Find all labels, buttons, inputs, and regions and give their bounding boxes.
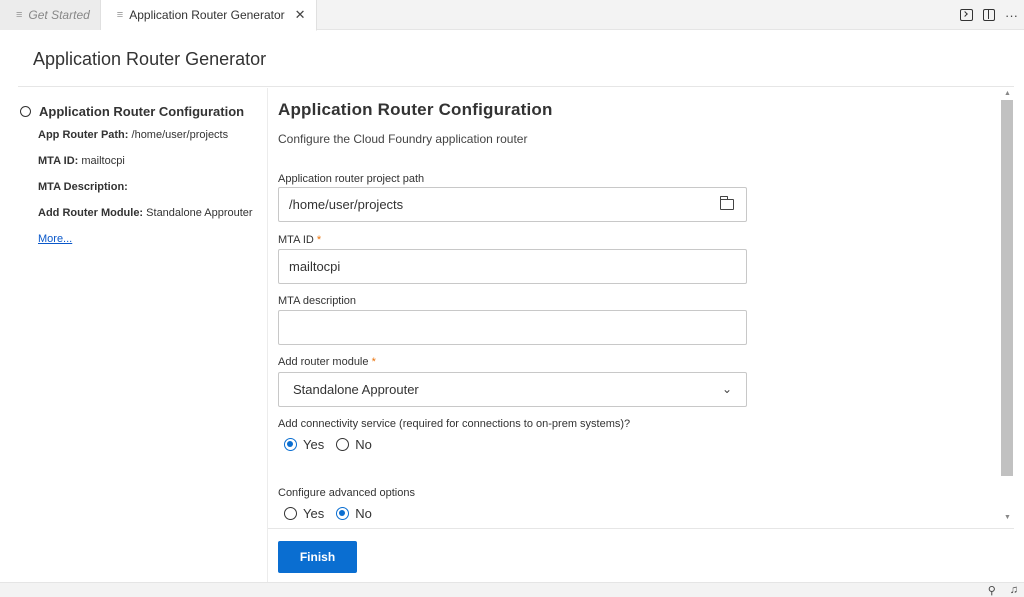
connectivity-no-radio[interactable] [336,438,350,451]
document-icon: ≡ [116,9,124,21]
mta-id-input[interactable]: mailtocpi [278,249,747,284]
radio-label: Yes [303,437,325,452]
advanced-no-radio[interactable] [336,507,350,520]
summary-key: MTA ID: [38,155,79,167]
advanced-options-label: Configure advanced options [278,487,415,499]
split-editor-icon[interactable] [983,9,995,21]
tab-get-started[interactable]: ≡ Get Started [0,0,101,30]
step-summary: App Router Path: /home/user/projects MTA… [38,129,253,233]
status-bar: ⚲ ♫ [0,582,1024,597]
router-module-label-text: Add router module [278,356,369,368]
project-path-input[interactable]: /home/user/projects [278,187,747,222]
notifications-icon[interactable]: ♫ [1010,584,1018,597]
tab-label: Application Router Generator [129,8,285,22]
chevron-down-icon: ⌄ [721,382,732,396]
router-module-label: Add router module * [278,356,376,368]
summary-mta-id: MTA ID: mailtocpi [38,155,253,181]
advanced-yes-radio[interactable] [284,507,297,520]
step-item[interactable]: Application Router Configuration [20,104,244,119]
summary-value: /home/user/projects [131,129,229,141]
summary-value: mailtocpi [81,155,125,167]
form-subtitle: Configure the Cloud Foundry application … [278,132,528,146]
page-title: Application Router Generator [33,49,267,69]
radio-label: No [355,437,372,452]
router-module-value: Standalone Approuter [293,382,419,397]
more-actions-icon[interactable]: ··· [1005,8,1018,23]
advanced-radio-group: Yes No [284,506,378,521]
required-marker: * [371,356,376,368]
connectivity-label: Add connectivity service (required for c… [278,418,631,430]
summary-value: Standalone Approuter [146,207,253,219]
mta-description-input[interactable] [278,310,747,345]
finish-button[interactable]: Finish [278,541,357,573]
summary-key: MTA Description: [38,181,128,193]
document-icon: ≡ [16,9,23,21]
summary-mta-description: MTA Description: [38,181,253,207]
scroll-up-icon[interactable]: ▲ [1004,90,1011,97]
required-marker: * [316,234,322,246]
more-link[interactable]: More... [38,233,72,245]
mta-description-label: MTA description [278,295,357,307]
radio-label: Yes [303,506,325,521]
path-label: Application router project path [278,173,425,185]
tab-application-router-generator[interactable]: ≡ Application Router Generator ✕ [100,0,317,31]
summary-app-router-path: App Router Path: /home/user/projects [38,129,253,155]
tab-actions: ··· [960,0,1018,30]
form-title: Application Router Configuration [278,100,553,119]
steps-panel: Application Router Configuration App Rou… [18,88,268,582]
editor-tab-bar: ≡ Get Started ≡ Application Router Gener… [0,0,1024,31]
router-module-select[interactable]: Standalone Approuter ⌄ [278,372,747,407]
mta-id-label-text: MTA ID [278,234,314,246]
status-icons: ⚲ ♫ [988,584,1018,597]
mta-id-label: MTA ID * [278,234,321,246]
scrollbar-thumb[interactable] [1001,100,1013,476]
summary-key: App Router Path: [38,129,129,141]
connectivity-yes-radio[interactable] [284,438,297,451]
form-content: Application Router Configuration Configu… [278,88,994,528]
page-header: Application Router Generator [18,31,1014,87]
divider [268,528,1014,529]
account-icon[interactable]: ⚲ [988,584,996,597]
summary-key: Add Router Module: [38,207,144,219]
vertical-scrollbar[interactable]: ▲ ▼ [999,88,1014,528]
project-path-value: /home/user/projects [289,197,404,212]
tab-label: Get Started [28,8,90,22]
mta-id-value: mailtocpi [289,259,341,274]
folder-icon[interactable] [720,196,734,210]
scroll-down-icon[interactable]: ▼ [1004,514,1011,521]
terminal-icon[interactable] [960,9,973,21]
close-icon[interactable]: ✕ [295,7,306,23]
step-title: Application Router Configuration [39,104,245,119]
connectivity-radio-group: Yes No [284,437,378,452]
radio-label: No [355,506,372,521]
step-status-icon [20,106,31,117]
summary-router-module: Add Router Module: Standalone Approuter [38,207,253,233]
